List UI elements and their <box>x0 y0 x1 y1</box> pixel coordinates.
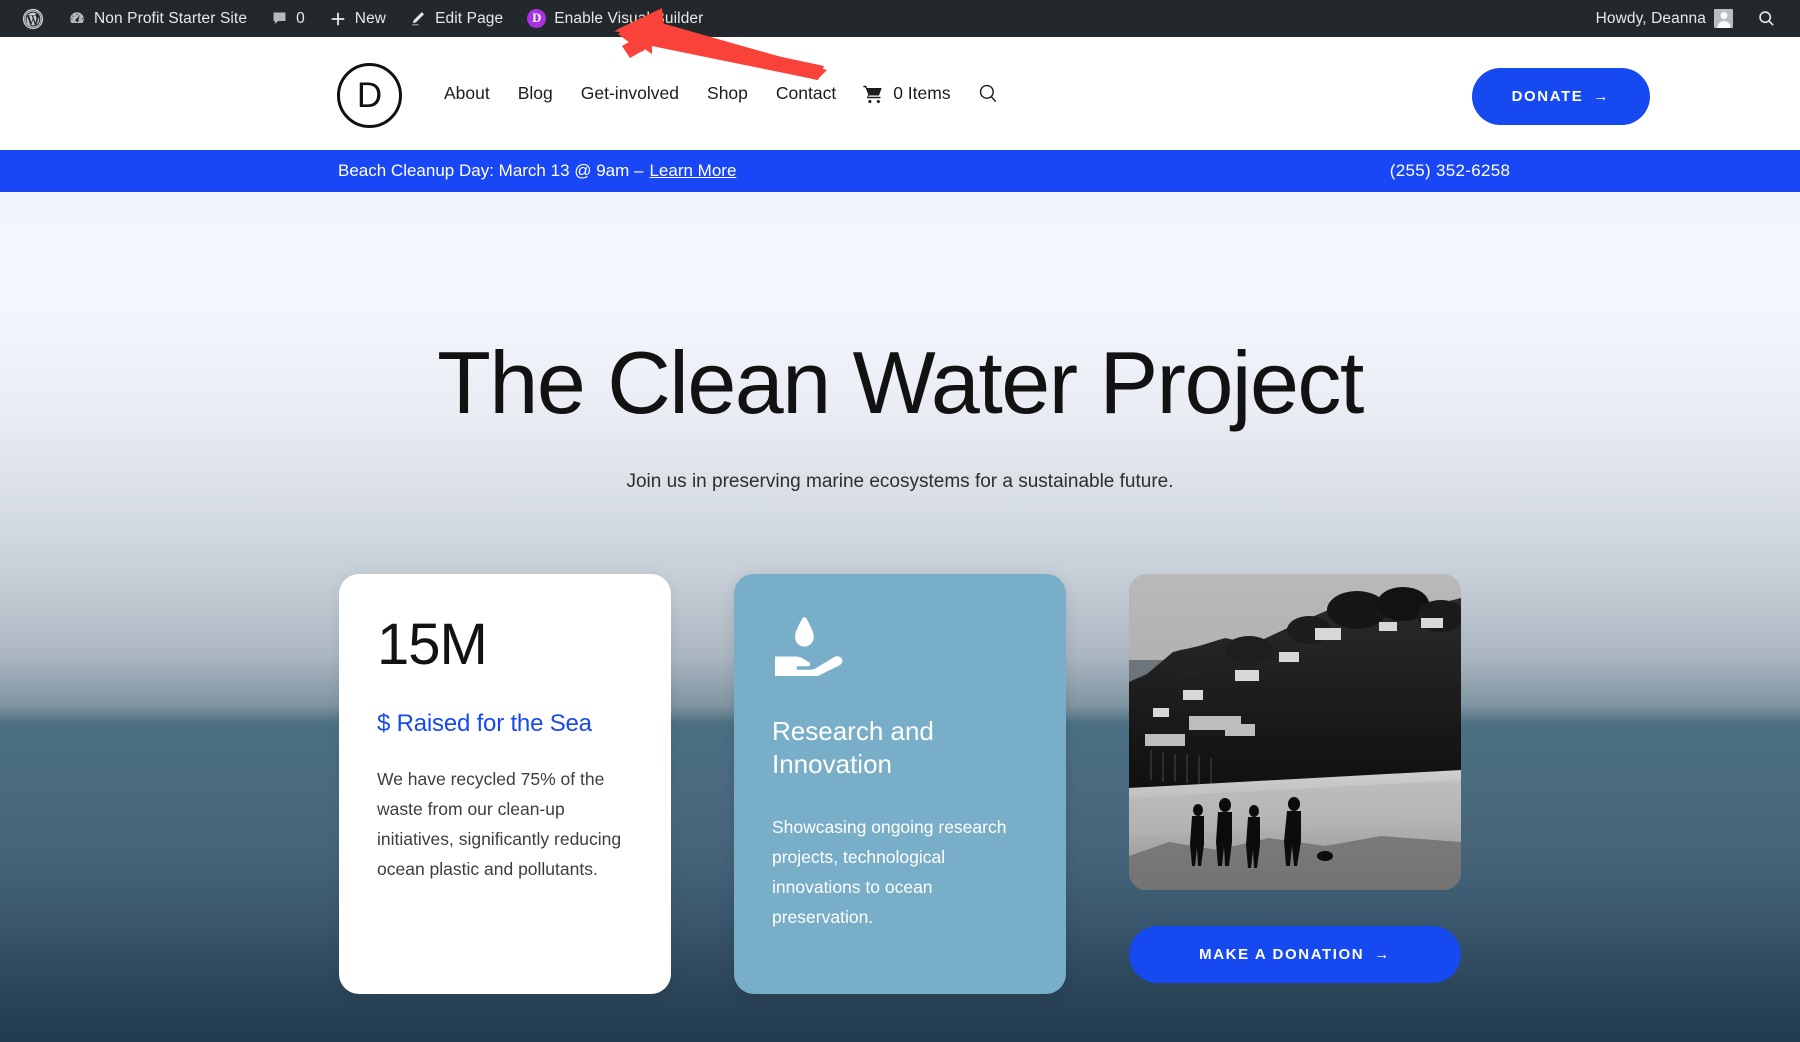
wp-admin-bar: Non Profit Starter Site 0 New Edit Page … <box>0 0 1800 37</box>
hand-holding-water-drop-icon <box>772 617 846 680</box>
edit-page-menu[interactable]: Edit Page <box>398 0 515 37</box>
new-content-menu[interactable]: New <box>317 0 398 37</box>
user-avatar-icon <box>1714 9 1733 28</box>
site-logo[interactable]: D <box>337 63 402 128</box>
arrow-right-icon: → <box>1374 946 1391 963</box>
site-header: D About Blog Get-involved Shop Contact 0… <box>0 37 1800 150</box>
admin-search-button[interactable] <box>1745 0 1788 37</box>
hero-section: The Clean Water Project Join us in prese… <box>0 192 1800 1042</box>
stat-card: 15M $ Raised for the Sea We have recycle… <box>339 574 671 994</box>
announcement-phone[interactable]: (255) 352-6258 <box>1100 150 1800 192</box>
search-icon <box>1757 9 1776 28</box>
announcement-bar: Beach Cleanup Day: March 13 @ 9am – Lear… <box>0 150 1800 192</box>
shopping-cart-icon <box>862 83 884 105</box>
make-a-donation-button[interactable]: MAKE A DONATION → <box>1129 926 1461 983</box>
announcement-message: Beach Cleanup Day: March 13 @ 9am – Lear… <box>338 150 736 192</box>
feature-card-inner: Research and Innovation Showcasing ongoi… <box>734 574 1066 994</box>
header-search-button[interactable] <box>963 82 1014 105</box>
feature-card-title: Research and Innovation <box>772 716 934 780</box>
dashboard-gauge-icon <box>68 10 86 28</box>
wordpress-logo-menu[interactable] <box>10 0 56 37</box>
nav-item-contact[interactable]: Contact <box>762 83 850 104</box>
enable-visual-builder-menu[interactable]: D Enable Visual Builder <box>515 0 715 37</box>
nav-item-blog[interactable]: Blog <box>504 83 567 104</box>
nav-item-get-involved[interactable]: Get-involved <box>567 83 693 104</box>
search-icon <box>977 82 1000 105</box>
enable-visual-builder-label: Enable Visual Builder <box>554 9 704 27</box>
site-name-menu[interactable]: Non Profit Starter Site <box>56 0 259 37</box>
howdy-label: Howdy, Deanna <box>1595 9 1706 27</box>
arrow-right-icon: → <box>1593 88 1610 105</box>
media-card: MAKE A DONATION → <box>1129 574 1461 994</box>
stat-number: 15M <box>377 612 488 677</box>
admin-bar-left-group: Non Profit Starter Site 0 New Edit Page … <box>0 0 715 37</box>
primary-navigation: About Blog Get-involved Shop Contact 0 I… <box>430 37 1014 150</box>
cart-link[interactable]: 0 Items <box>850 83 962 105</box>
comments-menu[interactable]: 0 <box>259 0 317 37</box>
comments-count: 0 <box>296 9 305 27</box>
stat-card-body: We have recycled 75% of the waste from o… <box>377 769 622 880</box>
announcement-text: Beach Cleanup Day: March 13 @ 9am – <box>338 161 644 180</box>
cards-row: 15M $ Raised for the Sea We have recycle… <box>339 574 1461 994</box>
donate-button[interactable]: DONATE → <box>1471 68 1650 125</box>
beach-photo <box>1129 574 1461 890</box>
my-account-menu[interactable]: Howdy, Deanna <box>1584 0 1745 37</box>
divi-logo-icon: D <box>527 9 547 28</box>
hero-subtitle: Join us in preserving marine ecosystems … <box>626 471 1174 492</box>
feature-card: Research and Innovation Showcasing ongoi… <box>734 574 1066 994</box>
site-name-label: Non Profit Starter Site <box>94 9 248 27</box>
wordpress-logo-icon <box>22 8 44 30</box>
nav-item-shop[interactable]: Shop <box>693 83 762 104</box>
stat-label: $ Raised for the Sea <box>377 710 592 737</box>
comment-bubble-icon <box>271 10 288 27</box>
feature-card-body: Showcasing ongoing research projects, te… <box>772 816 1007 927</box>
cart-items-label: 0 Items <box>893 83 951 103</box>
new-label: New <box>354 9 387 27</box>
plus-icon <box>329 10 347 28</box>
admin-bar-right-group: Howdy, Deanna <box>1584 0 1800 37</box>
make-a-donation-label: MAKE A DONATION <box>1199 946 1365 963</box>
pencil-icon <box>410 10 427 27</box>
nav-item-about[interactable]: About <box>430 83 504 104</box>
donate-button-label: DONATE <box>1511 88 1584 105</box>
stat-card-inner: 15M $ Raised for the Sea We have recycle… <box>339 574 671 994</box>
learn-more-link[interactable]: Learn More <box>649 161 736 181</box>
edit-page-label: Edit Page <box>435 9 504 27</box>
page-title: The Clean Water Project <box>437 333 1364 432</box>
